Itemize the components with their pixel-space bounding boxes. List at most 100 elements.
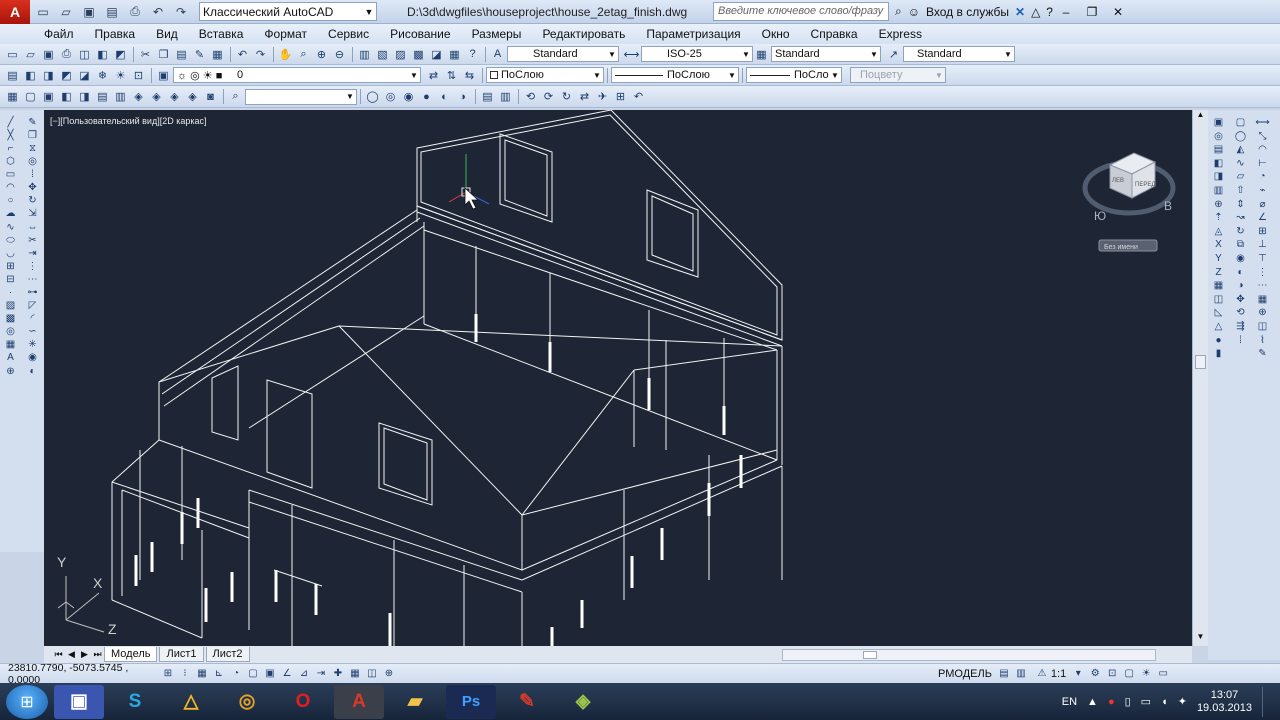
loft-icon[interactable]: ⧉ [1233, 238, 1249, 251]
network-icon[interactable]: ✦ [1178, 695, 1187, 708]
text-style-select[interactable]: Standard ▼ [507, 46, 619, 62]
break-at-point-icon[interactable]: ⋮ [25, 260, 41, 273]
undo-icon[interactable]: ↶ [234, 46, 251, 63]
stretch-icon[interactable]: ⇔ [25, 221, 41, 234]
3d-align-icon[interactable]: ⇶ [1233, 320, 1249, 333]
object-snap-icon[interactable]: ▢ [245, 666, 261, 681]
front-view-icon[interactable]: ▤ [94, 88, 111, 105]
close-button[interactable]: ✕ [1105, 3, 1131, 21]
zoom-realtime-icon[interactable]: ⌕ [295, 46, 312, 63]
pyramid-icon[interactable]: ◭ [1233, 143, 1249, 156]
tab-sheet2[interactable]: Лист2 [205, 647, 250, 662]
face-ucs-icon[interactable]: ◧ [1211, 157, 1227, 170]
vertical-scrollbar[interactable]: ▲ ▼ [1192, 110, 1208, 646]
dim-break-icon[interactable]: ⋯ [1255, 279, 1271, 292]
radius-icon[interactable]: ◔ [1255, 170, 1271, 183]
autocad-icon[interactable]: A [334, 684, 384, 719]
3d-array-icon[interactable]: ⁞ [1233, 334, 1249, 347]
back-view-icon[interactable]: ▥ [112, 88, 129, 105]
color-select[interactable]: ПоСлою ▼ [486, 67, 604, 83]
menu-insert[interactable]: Вставка [199, 27, 244, 41]
layer-previous-icon[interactable]: ◨ [40, 67, 57, 84]
spline-icon[interactable]: ∿ [3, 221, 19, 234]
polysolid-icon[interactable]: ▢ [1233, 116, 1249, 129]
lineweight-select[interactable]: ПоСлою ▼ [746, 67, 842, 83]
fly-icon[interactable]: ✈ [594, 88, 611, 105]
explode-icon[interactable]: ✳ [25, 339, 41, 352]
3d-print-icon[interactable]: ◩ [112, 46, 129, 63]
layer-match-icon[interactable]: ⇄ [425, 67, 442, 84]
workspace-switch-icon[interactable]: ⚙ [1087, 666, 1103, 681]
first-tab-icon[interactable]: ⏮ [52, 649, 65, 660]
se-iso-icon[interactable]: ◈ [148, 88, 165, 105]
tray-expand-icon[interactable]: ▲ [1087, 696, 1098, 708]
union-icon[interactable]: ◉ [25, 352, 41, 365]
menu-draw[interactable]: Рисование [390, 27, 450, 41]
application-menu-button[interactable]: A [0, 0, 30, 24]
union-solid-icon[interactable]: ◉ [1233, 252, 1249, 265]
aligned-dim-icon[interactable]: ⤡ [1255, 130, 1271, 143]
hardware-acceleration-icon[interactable]: ▢ [1121, 666, 1137, 681]
language-indicator[interactable]: EN [1062, 696, 1077, 708]
publish-icon[interactable]: ◧ [94, 46, 111, 63]
start-button[interactable]: ⊞ [6, 684, 48, 719]
layer-lock-icon[interactable]: ⊡ [130, 67, 147, 84]
tool-palettes-icon[interactable]: ▨ [392, 46, 409, 63]
chamfer-icon[interactable]: ◸ [25, 299, 41, 312]
ucs-previous-icon[interactable]: ▤ [1211, 143, 1227, 156]
search-input[interactable]: Введите ключевое слово/фразу [713, 2, 889, 21]
binoculars-icon[interactable]: ⌕ [895, 4, 902, 19]
coordinate-readout[interactable]: 23810.7790, -5073.5745 , 0.0000 [8, 662, 160, 686]
object-ucs-icon[interactable]: ◨ [1211, 170, 1227, 183]
sweep-icon[interactable]: ↝ [1233, 211, 1249, 224]
revolve-icon[interactable]: ↻ [1233, 225, 1249, 238]
add-selected-icon[interactable]: ⊕ [3, 365, 19, 378]
ne-iso-icon[interactable]: ◈ [166, 88, 183, 105]
insert-block-icon[interactable]: ⊞ [3, 260, 19, 273]
3d-move-icon[interactable]: ✥ [1233, 293, 1249, 306]
zoom-previous-icon[interactable]: ⊖ [331, 46, 348, 63]
zoom-extents-icon[interactable]: ⊞ [612, 88, 629, 105]
top-view-icon[interactable]: ▢ [22, 88, 39, 105]
apply-ucs-icon[interactable]: ▦ [1211, 279, 1227, 292]
clock[interactable]: 13:07 19.03.2013 [1197, 689, 1252, 715]
polygon-icon[interactable]: ⬡ [3, 155, 19, 168]
menu-parametric[interactable]: Параметризация [646, 27, 740, 41]
design-center-icon[interactable]: ▧ [374, 46, 391, 63]
subtract-icon[interactable]: ◐ [25, 365, 41, 378]
y-ucs-icon[interactable]: Y [1211, 252, 1227, 265]
viewport-icon[interactable]: ▥ [497, 88, 514, 105]
preview-icon[interactable]: ◫ [76, 46, 93, 63]
new-icon[interactable]: ▭ [4, 46, 21, 63]
open-icon[interactable]: ▱ [22, 46, 39, 63]
layer-merge-icon[interactable]: ⇆ [461, 67, 478, 84]
box-icon[interactable]: ◫ [1211, 293, 1227, 306]
wireframe-3d-icon[interactable]: ◎ [382, 88, 399, 105]
save-icon[interactable]: ▣ [79, 3, 99, 21]
print-icon[interactable]: ⎙ [58, 46, 75, 63]
restore-button[interactable]: ❐ [1079, 3, 1105, 21]
break-icon[interactable]: ⋯ [25, 273, 41, 286]
arc-length-icon[interactable]: ◠ [1255, 143, 1271, 156]
sign-in-link[interactable]: Вход в службы [926, 5, 1009, 19]
copy-icon[interactable]: ❐ [155, 46, 172, 63]
menu-tools[interactable]: Сервис [328, 27, 369, 41]
diameter-icon[interactable]: ⌀ [1255, 198, 1271, 211]
polyline-icon[interactable]: ⌐ [3, 142, 19, 155]
revision-cloud-icon[interactable]: ☁ [3, 208, 19, 221]
trim-icon[interactable]: ✂ [25, 234, 41, 247]
copy-object-icon[interactable]: ❐ [25, 129, 41, 142]
triangle-icon[interactable]: △ [1031, 5, 1040, 19]
conceptual-icon[interactable]: ◐ [436, 88, 453, 105]
world-ucs-icon[interactable]: ◎ [1211, 130, 1227, 143]
toolbar-lock-icon[interactable]: ⊡ [1104, 666, 1120, 681]
linear-dim-icon[interactable]: ⟷ [1255, 116, 1271, 129]
quick-view-drawings-icon[interactable]: ▥ [1013, 666, 1029, 681]
autocad-ws-icon[interactable]: ◈ [558, 685, 608, 719]
zoom-window-icon[interactable]: ⊕ [313, 46, 330, 63]
arc-icon[interactable]: ◠ [3, 181, 19, 194]
sw-iso-icon[interactable]: ◈ [130, 88, 147, 105]
annotation-visibility-icon[interactable]: ▾ [1070, 666, 1086, 681]
zaxis-ucs-icon[interactable]: ⇡ [1211, 211, 1227, 224]
tolerance-icon[interactable]: ▦ [1255, 293, 1271, 306]
